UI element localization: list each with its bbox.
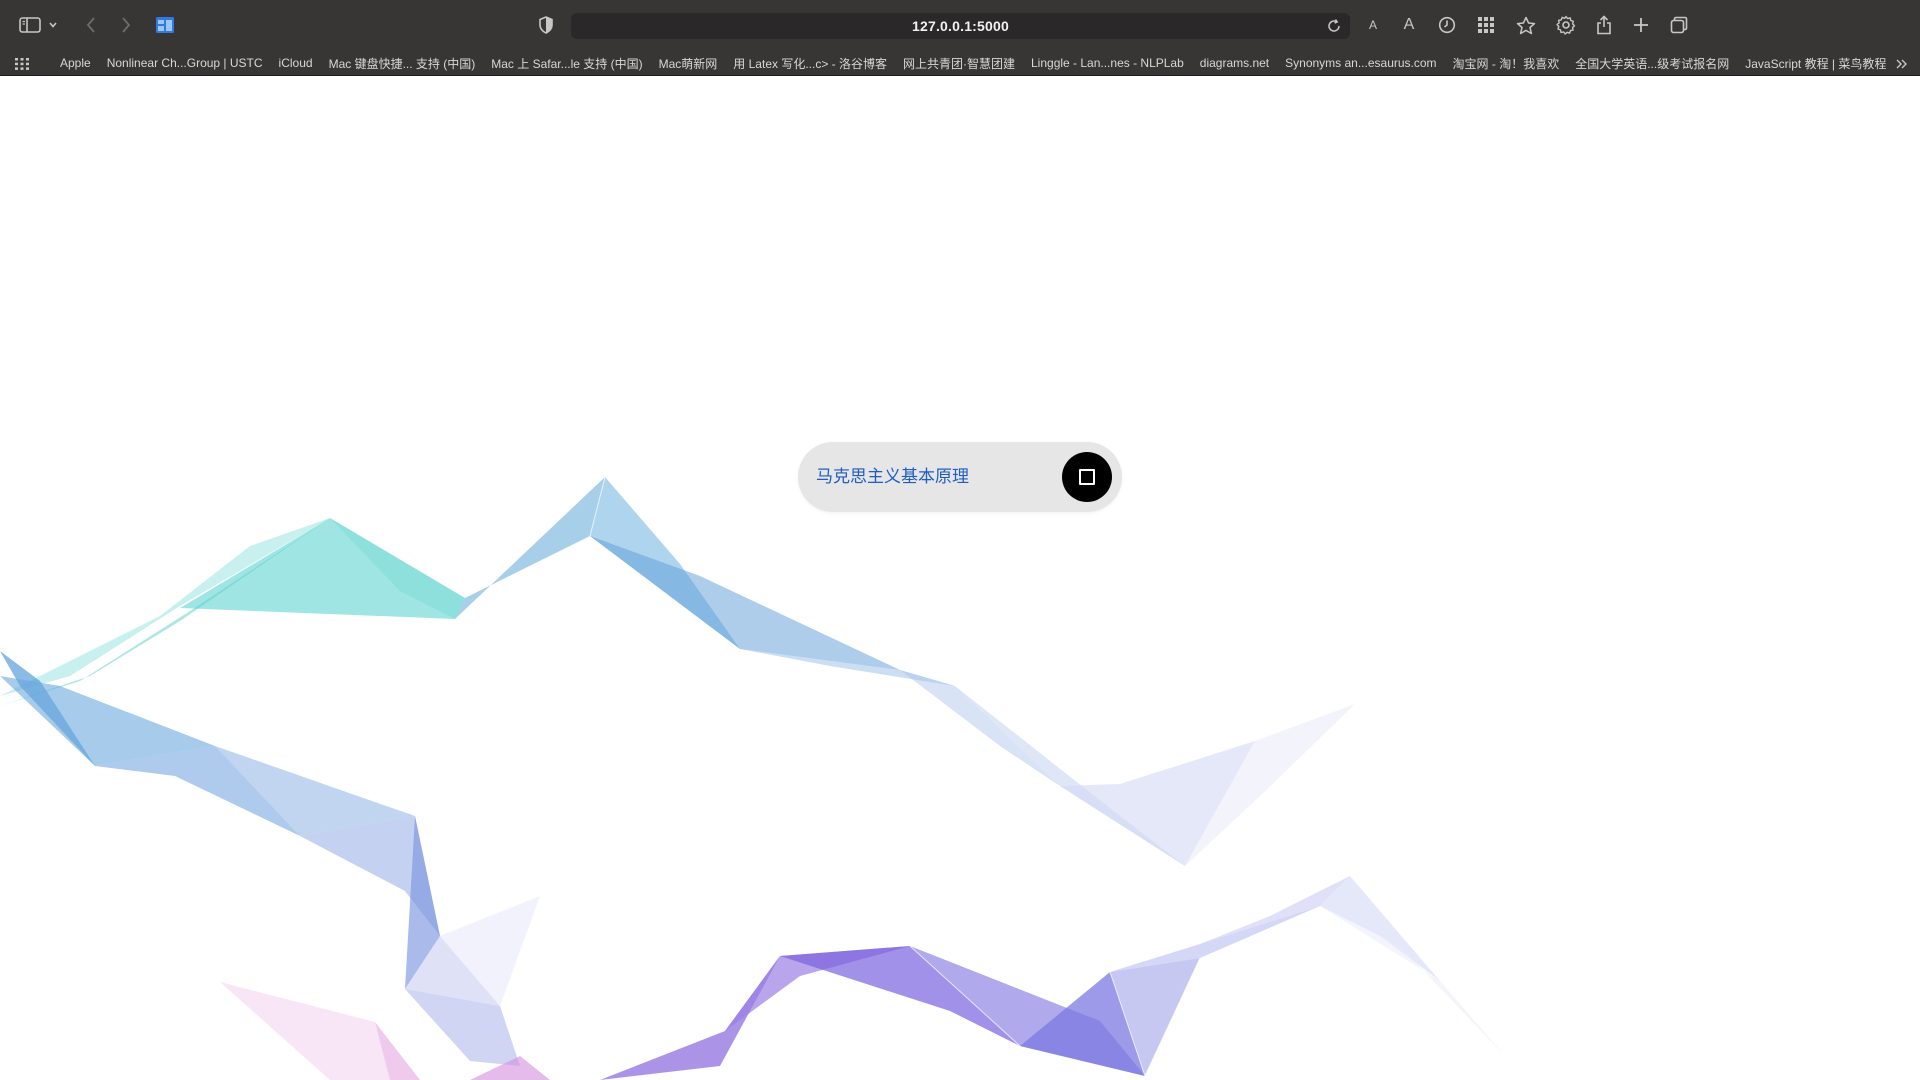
- text-smaller-icon[interactable]: A: [1360, 12, 1386, 38]
- stop-button[interactable]: [1062, 452, 1112, 502]
- star-icon[interactable]: [1513, 12, 1539, 38]
- search-box: [798, 442, 1122, 512]
- grid-icon[interactable]: [1473, 12, 1499, 38]
- browser-toolbar: 127.0.0.1:5000 A A: [0, 0, 1920, 50]
- chevron-left-icon[interactable]: [78, 12, 104, 38]
- bookmark-item[interactable]: Mac 上 Safar...le 支持 (中国): [491, 55, 642, 72]
- bookmark-item[interactable]: 淘宝网 - 淘！我喜欢: [1453, 55, 1560, 72]
- stop-icon: [1079, 469, 1095, 485]
- sidebar-icon[interactable]: [17, 12, 43, 38]
- tab-overview-icon[interactable]: [152, 12, 178, 38]
- bookmarks-bar: Apple Nonlinear Ch...Group | USTC iCloud…: [0, 50, 1920, 76]
- shield-icon[interactable]: [533, 12, 559, 38]
- gear-icon[interactable]: [1553, 12, 1579, 38]
- browser-chrome: 127.0.0.1:5000 A A Apple Nonlinear Ch...…: [0, 0, 1920, 76]
- bookmark-item[interactable]: Apple: [60, 56, 91, 70]
- bookmark-item[interactable]: Nonlinear Ch...Group | USTC: [107, 56, 263, 70]
- chevron-down-icon[interactable]: [46, 12, 60, 38]
- url-text[interactable]: 127.0.0.1:5000: [912, 18, 1009, 34]
- address-bar[interactable]: 127.0.0.1:5000: [571, 13, 1350, 39]
- search-input[interactable]: [816, 462, 1036, 492]
- clock-icon[interactable]: [1434, 12, 1460, 38]
- bookmark-item[interactable]: JavaScript 教程 | 菜鸟教程: [1745, 55, 1886, 72]
- plus-icon[interactable]: [1628, 12, 1654, 38]
- bookmarks-grid-icon[interactable]: [14, 56, 30, 70]
- text-larger-icon[interactable]: A: [1396, 12, 1422, 38]
- bookmark-item[interactable]: Linggle - Lan...nes - NLPLab: [1031, 56, 1184, 70]
- bookmark-item[interactable]: 全国大学英语...级考试报名网: [1575, 55, 1729, 72]
- bookmark-item[interactable]: 用 Latex 写化...c> - 洛谷博客: [733, 55, 887, 72]
- chevron-right-icon[interactable]: [113, 12, 139, 38]
- purple-ribbon: [600, 876, 1505, 1080]
- tabs-icon[interactable]: [1666, 12, 1692, 38]
- page-content: [0, 76, 1920, 1080]
- reload-icon[interactable]: [1326, 18, 1342, 34]
- bookmark-item[interactable]: Mac萌新网: [659, 55, 718, 72]
- bookmark-item[interactable]: diagrams.net: [1200, 56, 1269, 70]
- share-icon[interactable]: [1591, 12, 1617, 38]
- bookmarks-list: Apple Nonlinear Ch...Group | USTC iCloud…: [60, 50, 1886, 76]
- teal-ribbon: [0, 518, 465, 706]
- bookmark-item[interactable]: 网上共青团·智慧团建: [903, 55, 1015, 72]
- chevron-double-right-icon[interactable]: [1894, 56, 1910, 70]
- bookmark-item[interactable]: Mac 键盘快捷... 支持 (中国): [329, 55, 476, 72]
- bookmark-item[interactable]: Synonyms an...esaurus.com: [1285, 56, 1436, 70]
- bookmark-item[interactable]: iCloud: [279, 56, 313, 70]
- background-ribbon-art: [0, 476, 1505, 1080]
